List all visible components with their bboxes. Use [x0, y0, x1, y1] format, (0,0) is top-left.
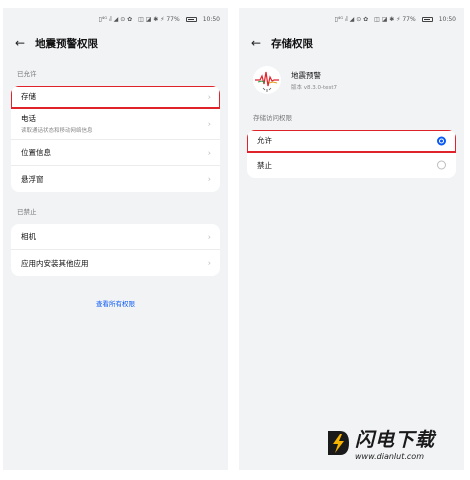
system-icons: ◫ ◪ ✱ ⚡ 77% — [374, 15, 416, 23]
storage-permission-screen: ▯⁴ᴳ ᵢl ◢ ⊙ ✿ ◫ ◪ ✱ ⚡ 77% 10:50 ← 存储权限 地震… — [239, 8, 464, 470]
permission-item-install-apps[interactable]: 应用内安装其他应用 › — [11, 250, 220, 276]
status-time: 10:50 — [438, 15, 456, 23]
app-version: 版本 v8.3.0-test7 — [291, 84, 338, 91]
battery-icon — [185, 16, 197, 22]
signal-icons: ▯⁴ᴳ ᵢl ◢ ⊙ ✿ — [98, 15, 133, 23]
allowed-section-header: 已允许 — [17, 70, 37, 78]
denied-permissions-card: 相机 › 应用内安装其他应用 › — [11, 224, 220, 276]
permission-item-camera[interactable]: 相机 › — [11, 224, 220, 250]
permission-item-phone[interactable]: 电话 读取通话状态和移动网络信息 › — [11, 108, 220, 140]
site-watermark: 闪电下载 www.dianlut.com — [325, 420, 465, 465]
option-deny[interactable]: 禁止 — [247, 152, 456, 178]
watermark-url: www.dianlut.com — [355, 451, 424, 461]
option-allow[interactable]: 允许 — [247, 130, 456, 153]
back-arrow-icon[interactable]: ← — [251, 37, 261, 49]
watermark-name: 闪电下载 — [355, 428, 436, 451]
permission-label: 位置信息 — [21, 148, 51, 157]
chevron-right-icon: › — [207, 232, 211, 241]
status-bar: ▯⁴ᴳ ᵢl ◢ ⊙ ✿ ◫ ◪ ✱ ⚡ 77% 10:50 — [3, 8, 228, 30]
app-bar: ← 地震预警权限 — [3, 30, 228, 56]
system-icons: ◫ ◪ ✱ ⚡ 77% — [138, 15, 180, 23]
seismograph-app-icon — [253, 66, 281, 94]
option-label: 禁止 — [257, 160, 272, 170]
view-all-permissions-link[interactable]: 查看所有权限 — [3, 298, 228, 308]
chevron-right-icon: › — [207, 92, 211, 101]
permission-label: 相机 — [21, 232, 36, 241]
allowed-permissions-card: 存储 › 电话 读取通话状态和移动网络信息 › 位置信息 › 悬浮窗 › — [11, 86, 220, 192]
status-bar: ▯⁴ᴳ ᵢl ◢ ⊙ ✿ ◫ ◪ ✱ ⚡ 77% 10:50 — [239, 8, 464, 30]
denied-section-header: 已禁止 — [17, 208, 37, 216]
screenshot-root: ▯⁴ᴳ ᵢl ◢ ⊙ ✿ ◫ ◪ ✱ ⚡ 77% 10:50 ← 地震预警权限 … — [0, 0, 470, 480]
storage-access-header: 存储访问权限 — [253, 114, 292, 122]
chevron-right-icon: › — [207, 258, 211, 268]
chevron-right-icon: › — [207, 119, 211, 128]
battery-icon — [421, 16, 433, 22]
page-title: 存储权限 — [271, 37, 314, 50]
permissions-screen: ▯⁴ᴳ ᵢl ◢ ⊙ ✿ ◫ ◪ ✱ ⚡ 77% 10:50 ← 地震预警权限 … — [3, 8, 228, 470]
lightning-logo-icon — [325, 428, 351, 458]
permission-item-floating-window[interactable]: 悬浮窗 › — [11, 166, 220, 192]
permission-label: 电话 — [21, 114, 36, 123]
app-name: 地震预警 — [291, 70, 321, 80]
app-info: 地震预警 版本 v8.3.0-test7 — [239, 56, 464, 98]
permission-description: 读取通话状态和移动网络信息 — [21, 128, 93, 134]
chevron-right-icon: › — [207, 148, 211, 157]
back-arrow-icon[interactable]: ← — [15, 37, 25, 49]
access-options-card: 允许 禁止 — [247, 130, 456, 178]
permission-label: 应用内安装其他应用 — [21, 258, 89, 268]
permission-item-storage[interactable]: 存储 › — [11, 86, 220, 109]
permission-label: 悬浮窗 — [21, 174, 44, 184]
chevron-right-icon: › — [207, 174, 211, 184]
app-bar: ← 存储权限 — [239, 30, 464, 56]
permission-item-location[interactable]: 位置信息 › — [11, 140, 220, 166]
status-time: 10:50 — [202, 15, 220, 23]
page-title: 地震预警权限 — [35, 37, 99, 50]
signal-icons: ▯⁴ᴳ ᵢl ◢ ⊙ ✿ — [334, 15, 369, 23]
option-label: 允许 — [257, 136, 272, 145]
radio-selected-icon[interactable] — [437, 136, 446, 145]
radio-unselected-icon[interactable] — [437, 160, 446, 170]
permission-label: 存储 — [21, 92, 36, 101]
